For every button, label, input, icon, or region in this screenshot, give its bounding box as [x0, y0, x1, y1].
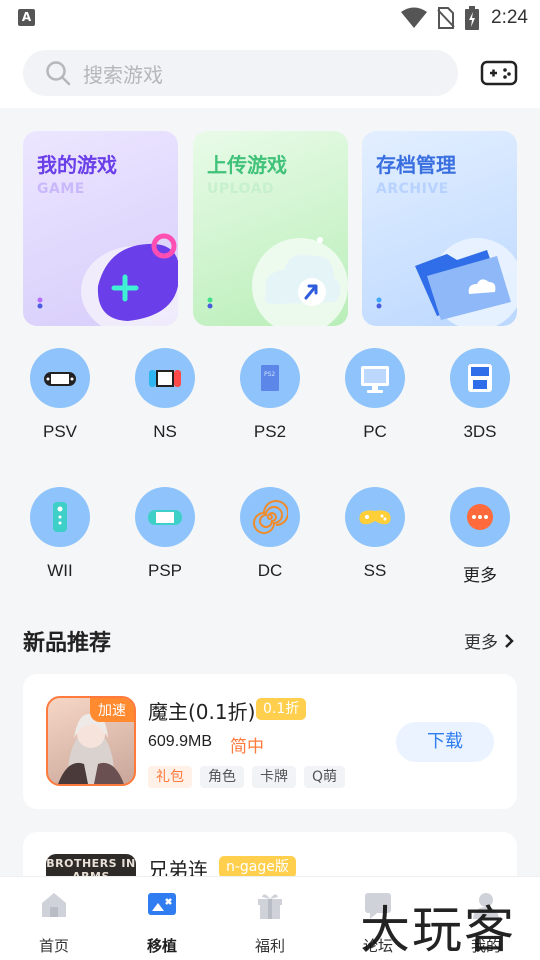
nav-port[interactable]: 移植	[127, 889, 197, 956]
chevron-right-icon	[505, 633, 514, 648]
search-bar[interactable]: 搜索游戏	[23, 50, 458, 96]
platform-label: WII	[47, 561, 73, 580]
platform-3ds[interactable]: 3DS	[440, 348, 520, 442]
game-tags: 礼包 角色 卡牌 Q萌	[148, 766, 346, 788]
tag-chip: 礼包	[148, 766, 192, 788]
pager-dots-icon	[207, 297, 213, 309]
platform-label: PS2	[253, 422, 287, 441]
card-subtitle: UPLOAD	[207, 181, 275, 197]
header: 搜索游戏	[0, 36, 540, 108]
nav-label: 福利	[254, 937, 285, 955]
ps2-box-icon: PS2	[261, 365, 279, 391]
nav-label: 首页	[38, 937, 69, 955]
tag-chip: 卡牌	[252, 766, 296, 788]
svg-text:PS2: PS2	[264, 371, 275, 378]
card-title: 存档管理	[376, 153, 456, 177]
more-dots-icon	[467, 504, 493, 530]
psv-handheld-icon	[44, 372, 76, 386]
gift-icon	[258, 894, 282, 919]
archive-management-card[interactable]: 存档管理 ARCHIVE	[362, 131, 517, 326]
status-bar: A 2:24	[0, 0, 540, 36]
version-tag: n-gage版	[219, 856, 296, 878]
section-more-link[interactable]: 更多	[464, 628, 514, 653]
folder-cloud-icon	[415, 238, 517, 326]
game-title: 魔主(0.1折)	[148, 700, 256, 724]
platform-label: DC	[257, 561, 283, 580]
switch-console-icon	[149, 370, 181, 387]
upload-cloud-icon	[252, 237, 348, 326]
monitor-icon	[361, 366, 389, 393]
pager-dots-icon	[376, 297, 382, 309]
home-icon	[42, 893, 66, 917]
gamepad-icon[interactable]	[480, 58, 518, 88]
notification-icon: A	[18, 9, 35, 26]
nav-home[interactable]: 首页	[19, 889, 89, 956]
wifi-icon	[401, 7, 428, 28]
3ds-icon	[468, 364, 492, 392]
platform-ps2[interactable]: PS2 PS2	[230, 348, 310, 442]
nav-welfare[interactable]: 福利	[235, 889, 305, 956]
psp-handheld-icon	[148, 510, 182, 525]
platform-label: PSV	[42, 422, 78, 441]
platform-dc[interactable]: DC	[230, 487, 310, 581]
port-icon	[148, 893, 176, 915]
upload-game-card[interactable]: 上传游戏 UPLOAD	[193, 131, 348, 326]
search-input[interactable]: 搜索游戏	[83, 59, 163, 88]
game-card[interactable]: 加速 魔主(0.1折) 0.1折 609.9MB 简中 礼包 角色 卡牌 Q萌 …	[23, 674, 517, 809]
platform-psp[interactable]: PSP	[125, 487, 205, 581]
card-subtitle: ARCHIVE	[376, 181, 449, 197]
download-button[interactable]: 下载	[396, 722, 494, 762]
platform-label: PC	[363, 422, 387, 441]
tag-chip: 角色	[200, 766, 244, 788]
pager-dots-icon	[37, 297, 43, 309]
platform-label: 更多	[463, 566, 497, 585]
saturn-gamepad-icon	[359, 510, 391, 525]
feature-cards: 我的游戏 GAME 上传游戏 UPLOAD 存档管理 ARCHIVE	[23, 131, 517, 326]
platform-ns[interactable]: NS	[125, 348, 205, 442]
nav-label: 移植	[146, 937, 177, 955]
clock: 2:24	[491, 7, 528, 28]
platform-label: NS	[153, 422, 177, 441]
dreamcast-swirl-icon	[253, 500, 288, 534]
card-subtitle: GAME	[37, 181, 85, 197]
platform-label: PSP	[147, 561, 183, 580]
platform-wii[interactable]: WII	[20, 487, 100, 581]
battery-icon	[465, 6, 480, 30]
tag-chip: Q萌	[304, 766, 346, 788]
gamepad-plus-icon	[81, 233, 178, 326]
accelerate-badge: 加速	[90, 698, 134, 722]
search-icon	[46, 61, 71, 86]
platform-pc[interactable]: PC	[335, 348, 415, 442]
my-games-card[interactable]: 我的游戏 GAME	[23, 131, 178, 326]
more-label: 更多	[464, 633, 498, 653]
game-language: 简中	[230, 737, 264, 757]
no-sim-icon	[437, 7, 455, 29]
section-title: 新品推荐	[23, 631, 112, 656]
platform-label: SS	[363, 561, 387, 580]
platform-label: 3DS	[463, 422, 497, 441]
watermark: 大玩客	[360, 901, 516, 959]
platform-more[interactable]: 更多	[440, 487, 520, 586]
platform-psv[interactable]: PSV	[20, 348, 100, 442]
card-title: 上传游戏	[207, 153, 287, 177]
wii-remote-icon	[53, 502, 67, 532]
discount-tag: 0.1折	[256, 698, 307, 720]
game-thumbnail: 加速	[46, 696, 136, 786]
card-title: 我的游戏	[37, 153, 117, 177]
platform-ss[interactable]: SS	[335, 487, 415, 581]
game-size: 609.9MB	[148, 733, 213, 750]
